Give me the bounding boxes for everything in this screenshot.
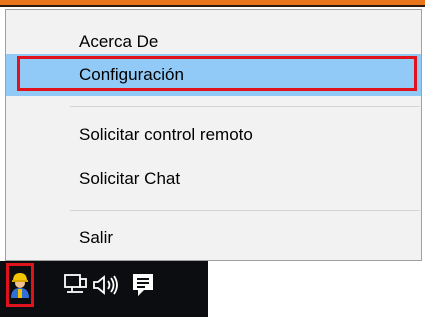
menu-item-label: Acerca De <box>79 32 159 51</box>
menu-item-configuration[interactable]: Configuración <box>6 54 421 96</box>
window-top-border <box>0 5 425 7</box>
menu-separator <box>70 106 420 107</box>
menu-item-request-remote-control[interactable]: Solicitar control remoto <box>6 114 421 156</box>
menu-item-request-chat[interactable]: Solicitar Chat <box>6 158 421 200</box>
menu-item-label: Solicitar Chat <box>79 169 181 188</box>
menu-item-label: Solicitar control remoto <box>79 125 253 144</box>
worker-app-icon[interactable] <box>4 269 36 301</box>
volume-icon[interactable] <box>90 269 122 301</box>
menu-item-label: Configuración <box>79 65 184 84</box>
annotation-highlight-box <box>17 56 417 91</box>
menu-item-label: Salir <box>79 228 114 247</box>
menu-separator <box>70 210 420 211</box>
notification-icon[interactable] <box>127 269 159 301</box>
menu-item-exit[interactable]: Salir <box>6 217 421 259</box>
context-menu: Acerca De Configuración Solicitar contro… <box>5 9 422 261</box>
network-icon[interactable] <box>60 269 92 301</box>
